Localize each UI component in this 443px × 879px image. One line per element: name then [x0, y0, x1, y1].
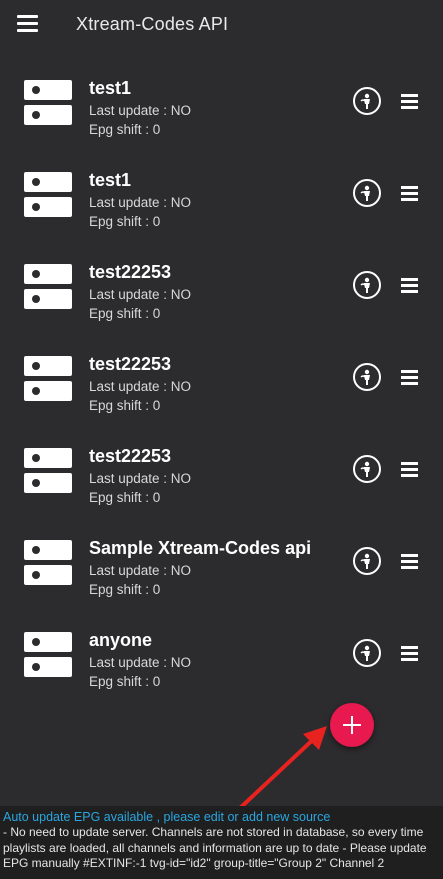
- epg-shift-text: Epg shift : 0: [89, 214, 161, 229]
- last-update-text: Last update : NO: [89, 563, 192, 578]
- source-name: anyone: [89, 630, 153, 650]
- drag-handle-icon[interactable]: [401, 186, 419, 202]
- epg-shift-text: Epg shift : 0: [89, 398, 161, 413]
- source-name: test22253: [89, 446, 172, 466]
- source-row[interactable]: test1 Last update : NO Epg shift : 0: [0, 156, 443, 248]
- app-title: Xtream-Codes API: [76, 14, 229, 34]
- drag-handle-icon[interactable]: [401, 554, 419, 570]
- server-icon: [24, 540, 72, 588]
- epg-shift-text: Epg shift : 0: [89, 582, 161, 597]
- epg-settings-icon[interactable]: [353, 455, 381, 483]
- epg-settings-icon[interactable]: [353, 271, 381, 299]
- source-row[interactable]: Sample Xtream-Codes api Last update : NO…: [0, 524, 443, 616]
- last-update-text: Last update : NO: [89, 379, 192, 394]
- server-icon: [24, 632, 72, 680]
- source-name: test1: [89, 170, 132, 190]
- app-bar: Xtream-Codes API: [0, 0, 443, 52]
- source-row[interactable]: test22253 Last update : NO Epg shift : 0: [0, 432, 443, 524]
- add-source-button[interactable]: [330, 703, 374, 747]
- epg-shift-text: Epg shift : 0: [89, 490, 161, 505]
- source-row[interactable]: test22253 Last update : NO Epg shift : 0: [0, 340, 443, 432]
- hamburger-menu-icon[interactable]: [17, 15, 39, 35]
- drag-handle-icon[interactable]: [401, 278, 419, 294]
- source-name: test1: [89, 78, 132, 98]
- epg-settings-icon[interactable]: [353, 87, 381, 115]
- source-row[interactable]: test22253 Last update : NO Epg shift : 0: [0, 248, 443, 340]
- drag-handle-icon[interactable]: [401, 646, 419, 662]
- drag-handle-icon[interactable]: [401, 370, 419, 386]
- epg-settings-icon[interactable]: [353, 547, 381, 575]
- epg-shift-text: Epg shift : 0: [89, 674, 161, 689]
- server-icon: [24, 172, 72, 220]
- epg-shift-text: Epg shift : 0: [89, 306, 161, 321]
- footer-description: - No need to update server. Channels are…: [3, 825, 427, 870]
- last-update-text: Last update : NO: [89, 195, 192, 210]
- last-update-text: Last update : NO: [89, 471, 192, 486]
- server-icon: [24, 264, 72, 312]
- drag-handle-icon[interactable]: [401, 462, 419, 478]
- source-name: Sample Xtream-Codes api: [89, 538, 312, 558]
- epg-shift-text: Epg shift : 0: [89, 122, 161, 137]
- server-icon: [24, 356, 72, 404]
- server-icon: [24, 80, 72, 128]
- epg-settings-icon[interactable]: [353, 363, 381, 391]
- source-row[interactable]: test1 Last update : NO Epg shift : 0: [0, 64, 443, 156]
- server-icon: [24, 448, 72, 496]
- source-name: test22253: [89, 354, 172, 374]
- last-update-text: Last update : NO: [89, 655, 192, 670]
- epg-info-link[interactable]: Auto update EPG available , please edit …: [3, 809, 440, 825]
- source-name: test22253: [89, 262, 172, 282]
- last-update-text: Last update : NO: [89, 103, 192, 118]
- source-row[interactable]: anyone Last update : NO Epg shift : 0: [0, 616, 443, 708]
- epg-settings-icon[interactable]: [353, 639, 381, 667]
- epg-settings-icon[interactable]: [353, 179, 381, 207]
- footer-info: Auto update EPG available , please edit …: [0, 806, 443, 879]
- last-update-text: Last update : NO: [89, 287, 192, 302]
- source-list: test1 Last update : NO Epg shift : 0 tes…: [0, 64, 443, 708]
- drag-handle-icon[interactable]: [401, 94, 419, 110]
